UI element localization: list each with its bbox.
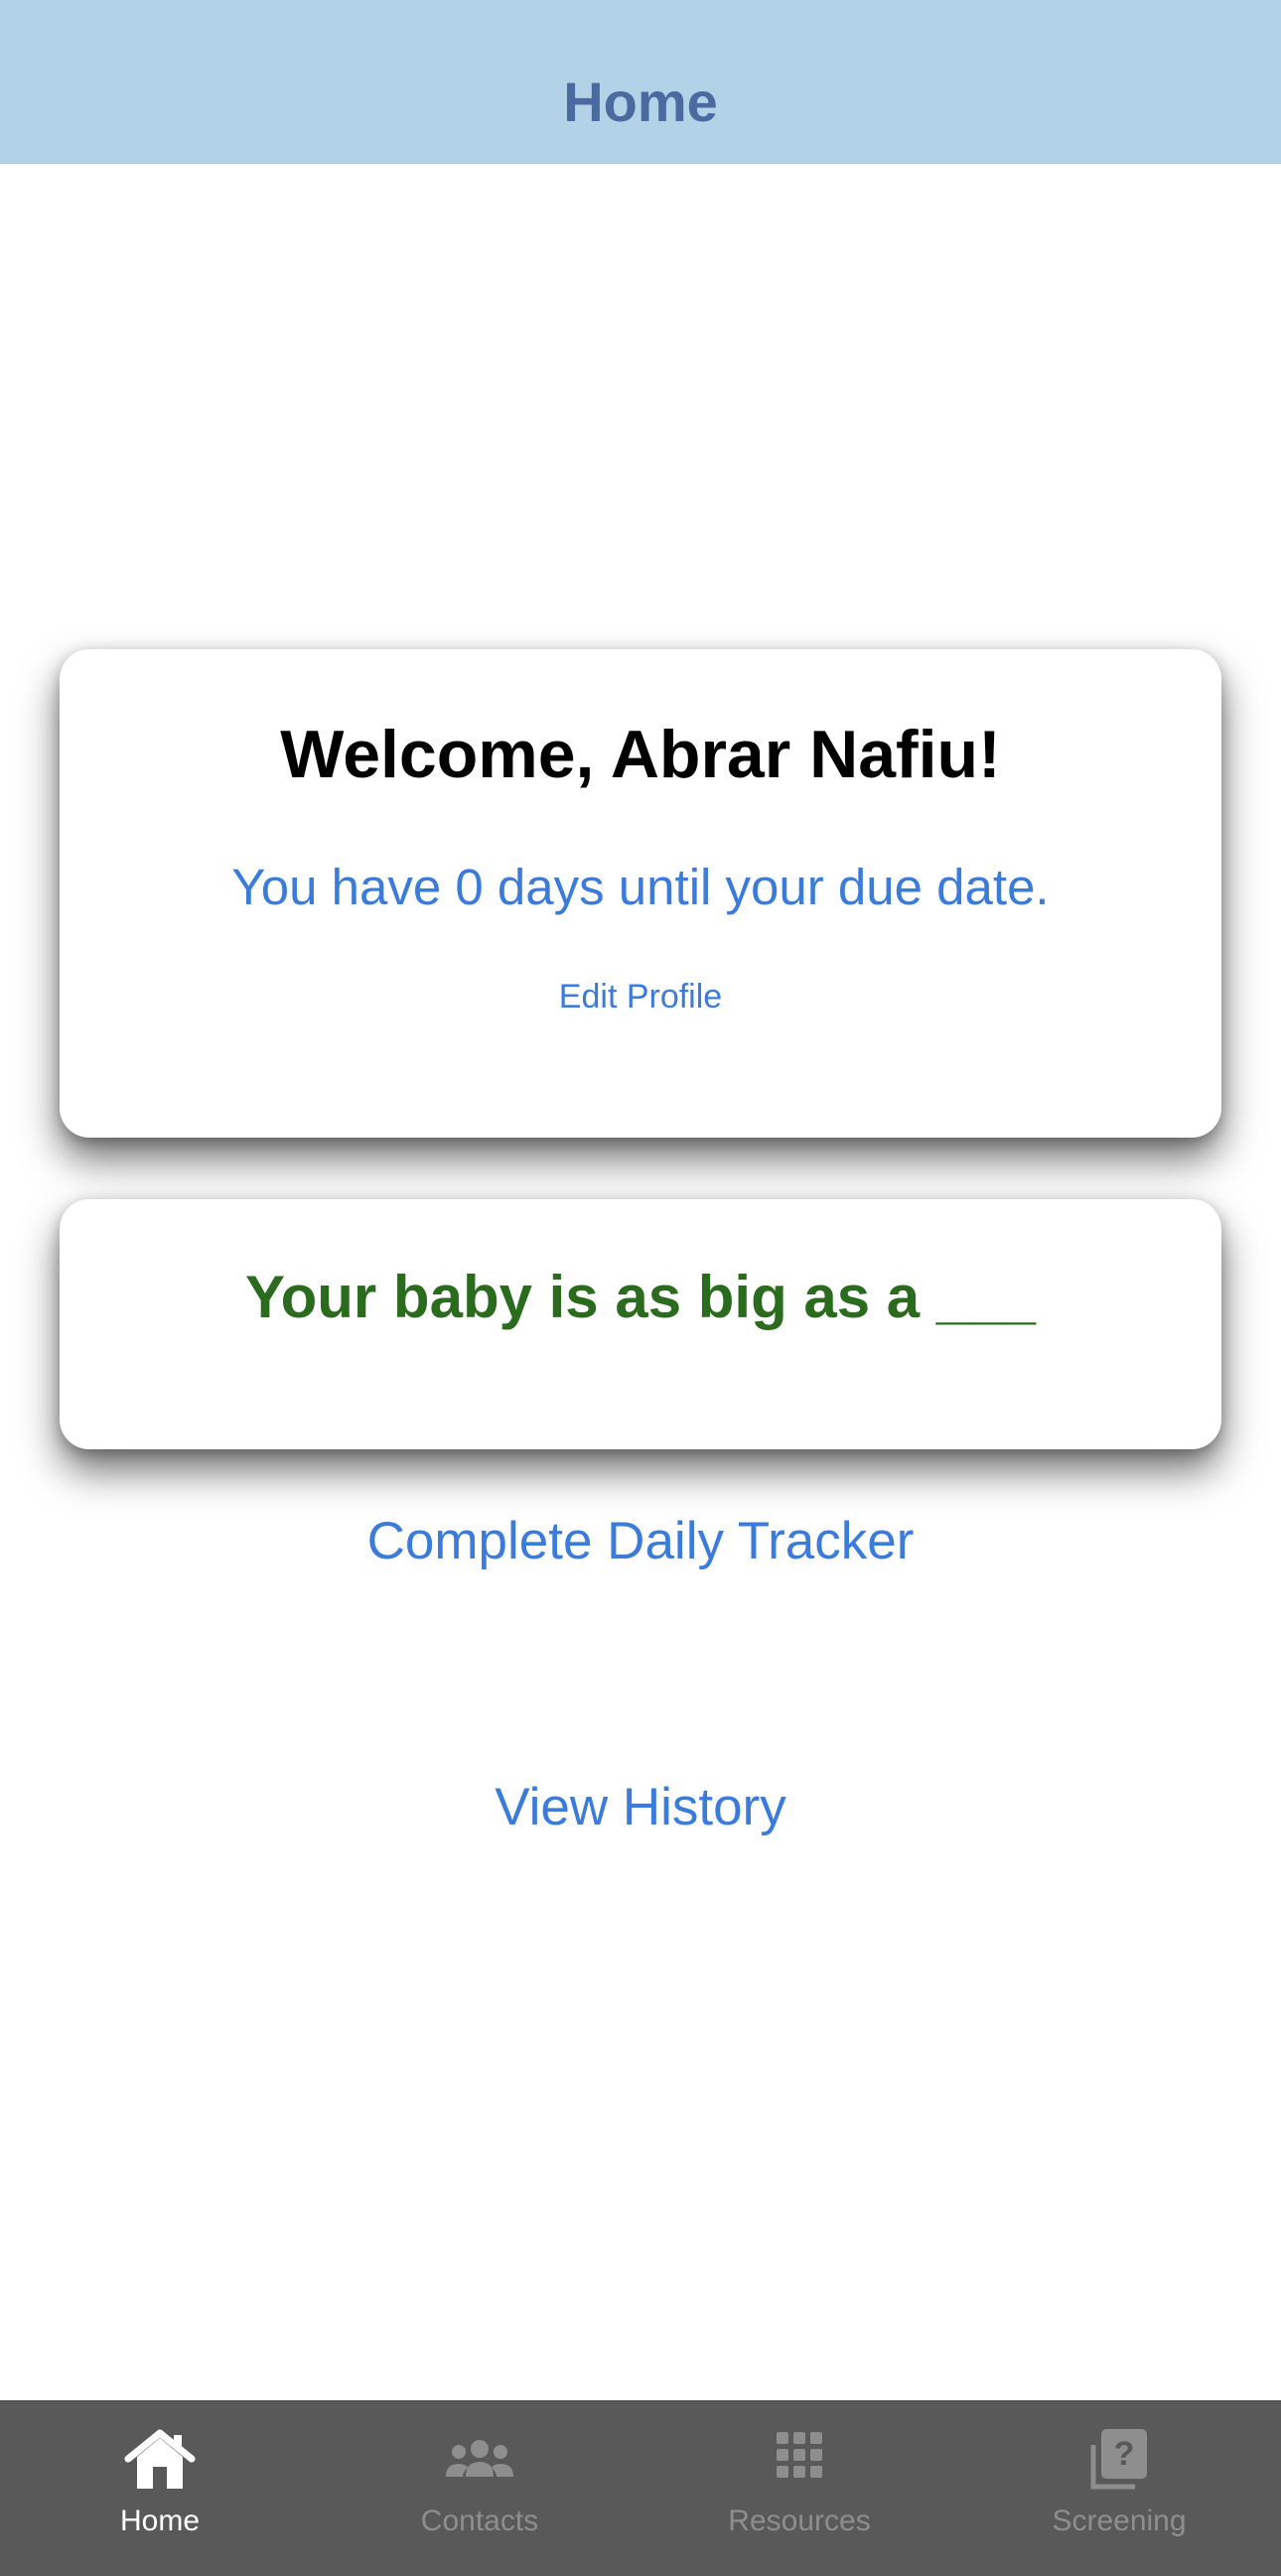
welcome-title: Welcome, Abrar Nafiu! [280, 717, 1001, 792]
question-stack-icon: ? [1090, 2429, 1147, 2490]
tab-contacts[interactable]: Contacts [320, 2401, 640, 2576]
welcome-card: Welcome, Abrar Nafiu! You have 0 days un… [60, 649, 1221, 1138]
due-date-text: You have 0 days until your due date. [231, 859, 1050, 915]
tab-screening[interactable]: ? Screening [959, 2401, 1279, 2576]
baby-size-title: Your baby is as big as a ___ [245, 1264, 1036, 1330]
tab-resources[interactable]: Resources [640, 2401, 959, 2576]
view-history-button[interactable]: View History [0, 1777, 1281, 1837]
tab-label-home: Home [119, 2505, 201, 2537]
home-icon [124, 2429, 196, 2489]
tab-label-contacts: Contacts [420, 2505, 539, 2537]
people-icon [446, 2440, 513, 2477]
tab-home[interactable]: Home [0, 2401, 320, 2576]
nav-header: Home [0, 0, 1281, 164]
baby-size-card: Your baby is as big as a ___ [60, 1199, 1221, 1449]
grid-icon [777, 2432, 822, 2478]
page-title: Home [563, 70, 718, 133]
tab-bar: Home Contacts Resources ? Screening [0, 2400, 1281, 2576]
tab-label-screening: Screening [1052, 2505, 1187, 2537]
svg-text:?: ? [1114, 2435, 1135, 2473]
edit-profile-button[interactable]: Edit Profile [60, 978, 1221, 1017]
app-screen: Home Welcome, Abrar Nafiu! You have 0 da… [0, 0, 1281, 2576]
tab-label-resources: Resources [728, 2505, 871, 2537]
complete-daily-tracker-button[interactable]: Complete Daily Tracker [0, 1511, 1281, 1571]
